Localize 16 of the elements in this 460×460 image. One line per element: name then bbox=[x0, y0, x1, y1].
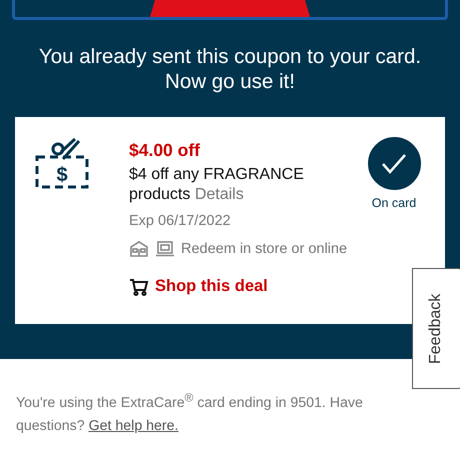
help-link[interactable]: Get help here. bbox=[88, 418, 178, 434]
status-label: On card bbox=[372, 196, 416, 210]
feedback-tab[interactable]: Feedback bbox=[412, 268, 460, 389]
confirmation-message: Now go use it! bbox=[165, 69, 295, 94]
shop-deal-link[interactable]: Shop this deal bbox=[129, 277, 268, 296]
store-icon bbox=[129, 241, 149, 257]
redeem-info: Redeem in store or online bbox=[181, 241, 348, 257]
details-link[interactable]: Details bbox=[194, 186, 244, 203]
coupon-description: $4 off any FRAGRANCE products Details bbox=[129, 165, 305, 205]
check-icon bbox=[381, 152, 407, 174]
confirmation-message: You already sent this coupon to your card. bbox=[38, 44, 422, 69]
laptop-icon bbox=[155, 241, 175, 257]
discount-amount: $4.00 off bbox=[129, 140, 201, 161]
cart-icon bbox=[129, 278, 149, 296]
card-info-text: You're using the ExtraCare$^{®}$ card ending in 9501. Have questions? Get help here. bbox=[16, 389, 364, 436]
expiry-date: Exp 06/17/2022 bbox=[129, 213, 232, 229]
